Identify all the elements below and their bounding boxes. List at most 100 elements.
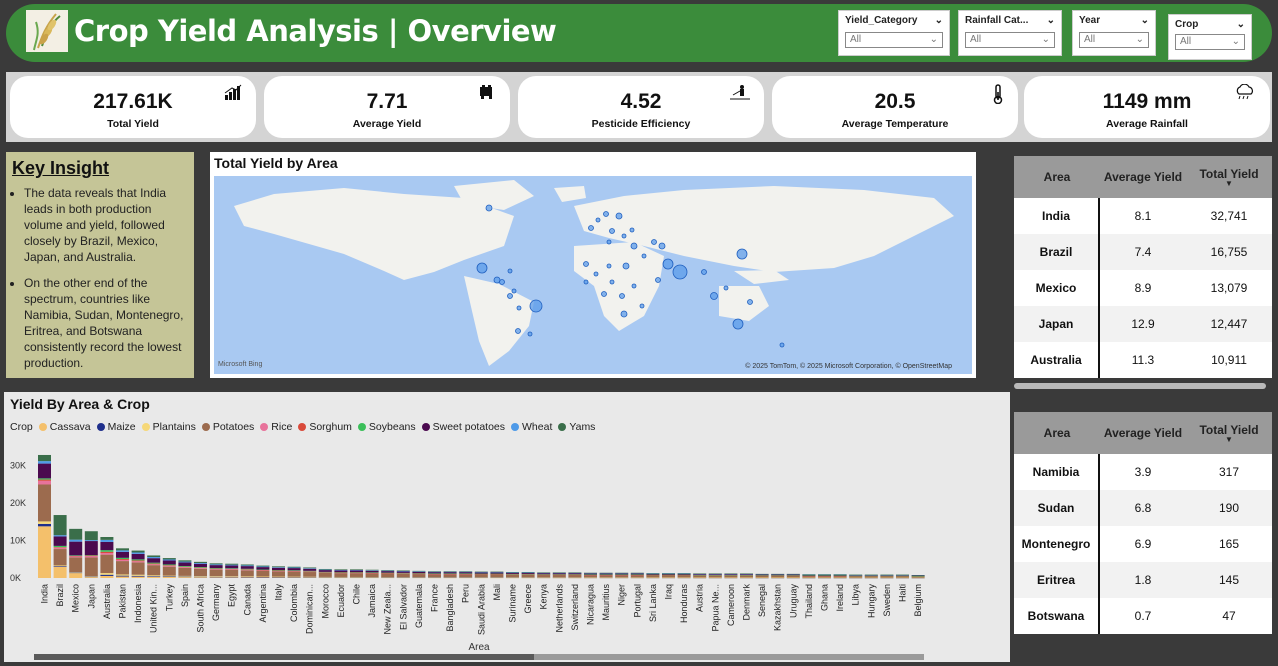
bar-segment[interactable] (849, 577, 863, 579)
bar-segment[interactable] (100, 551, 114, 553)
bar-segment[interactable] (69, 572, 83, 574)
bar-segment[interactable] (162, 559, 176, 561)
bar-segment[interactable] (209, 569, 223, 577)
bar-segment[interactable] (178, 576, 192, 578)
bar-segment[interactable] (100, 541, 114, 551)
bar-segment[interactable] (287, 568, 301, 571)
bar-segment[interactable] (677, 575, 691, 578)
bar-segment[interactable] (708, 577, 722, 578)
bar-segment[interactable] (147, 575, 161, 577)
bar-segment[interactable] (272, 570, 285, 571)
bar-segment[interactable] (69, 572, 83, 573)
column-header-total-yield[interactable]: Total Yield ▼ (1186, 167, 1272, 188)
bar-segment[interactable] (131, 575, 145, 577)
bar-segment[interactable] (412, 571, 426, 574)
bar-segment[interactable] (771, 575, 785, 576)
bar-segment[interactable] (131, 576, 145, 578)
bar-segment[interactable] (537, 572, 551, 573)
bar-segment[interactable] (428, 574, 441, 578)
bar-segment[interactable] (334, 572, 348, 573)
bar-segment[interactable] (662, 575, 675, 578)
bar-segment[interactable] (615, 572, 629, 574)
bar-segment[interactable] (755, 575, 769, 576)
bar-segment[interactable] (194, 576, 207, 577)
bar-segment[interactable] (178, 565, 192, 567)
bar-segment[interactable] (334, 576, 348, 578)
bar-segment[interactable] (630, 574, 644, 575)
bar-segment[interactable] (412, 571, 426, 572)
bar-segment[interactable] (459, 577, 473, 578)
table-row[interactable]: Mexico 8.9 13,079 (1014, 270, 1272, 306)
bar-segment[interactable] (615, 574, 629, 575)
bar-segment[interactable] (521, 577, 535, 578)
bar-segment[interactable] (162, 560, 176, 565)
bar-segment[interactable] (599, 574, 613, 575)
bar-segment[interactable] (443, 572, 457, 574)
bar-segment[interactable] (771, 573, 785, 575)
bar-segment[interactable] (240, 565, 254, 567)
bar-segment[interactable] (443, 574, 457, 578)
bar-segment[interactable] (303, 576, 317, 578)
bar-segment[interactable] (880, 575, 894, 577)
bar-segment[interactable] (896, 574, 909, 576)
bar-segment[interactable] (100, 554, 114, 574)
bar-segment[interactable] (350, 572, 363, 573)
bar-segment[interactable] (116, 548, 129, 551)
bar-segment[interactable] (630, 575, 644, 578)
bar-segment[interactable] (786, 577, 800, 579)
bar-segment[interactable] (38, 454, 51, 462)
bar-segment[interactable] (84, 540, 98, 542)
bar-segment[interactable] (256, 565, 270, 567)
bar-segment[interactable] (147, 564, 161, 566)
bar-segment[interactable] (334, 573, 348, 577)
bar-segment[interactable] (194, 568, 207, 577)
bar-segment[interactable] (365, 569, 379, 571)
bar-segment[interactable] (615, 577, 629, 578)
bar-segment[interactable] (646, 574, 660, 576)
bar-segment[interactable] (178, 562, 192, 566)
bar-segment[interactable] (365, 570, 379, 573)
bar-segment[interactable] (209, 563, 223, 565)
table-row[interactable]: Namibia 3.9 317 (1014, 454, 1272, 490)
bar-segment[interactable] (630, 577, 644, 578)
bar-segment[interactable] (53, 566, 67, 578)
bar-segment[interactable] (256, 569, 270, 571)
bar-segment[interactable] (69, 573, 83, 578)
bar-segment[interactable] (459, 571, 473, 573)
bar-segment[interactable] (474, 574, 488, 578)
bar-segment[interactable] (147, 565, 161, 576)
bar-segment[interactable] (178, 567, 192, 568)
bar-segment[interactable] (194, 568, 207, 569)
bar-segment[interactable] (225, 577, 239, 578)
bar-segment[interactable] (38, 480, 51, 485)
bar-segment[interactable] (880, 574, 894, 576)
bar-segment[interactable] (896, 577, 909, 579)
slicer-dropdown[interactable]: All ⌄ (845, 32, 943, 48)
bar-segment[interactable] (443, 577, 457, 578)
bar-segment[interactable] (84, 555, 98, 557)
bar-segment[interactable] (584, 572, 597, 574)
bar-segment[interactable] (740, 574, 753, 576)
bar-segment[interactable] (69, 556, 83, 558)
bar-segment[interactable] (225, 563, 239, 565)
bar-segment[interactable] (38, 463, 51, 479)
bar-segment[interactable] (256, 570, 270, 577)
bar-segment[interactable] (318, 569, 332, 571)
bar-segment[interactable] (396, 570, 410, 572)
bar-segment[interactable] (365, 573, 379, 578)
slicer-dropdown[interactable]: All ⌄ (1175, 34, 1245, 50)
bar-segment[interactable] (708, 574, 722, 576)
bar-segment[interactable] (131, 553, 145, 560)
bar-segment[interactable] (490, 571, 504, 573)
slicer-crop[interactable]: Crop ⌄ All ⌄ (1168, 14, 1252, 60)
bar-segment[interactable] (771, 577, 785, 579)
bar-segment[interactable] (584, 577, 597, 578)
bar-segment[interactable] (474, 572, 488, 573)
map-visual[interactable]: Total Yield by Area Microsoft Bing © 202… (210, 152, 976, 378)
bar-segment[interactable] (490, 573, 504, 575)
bar-segment[interactable] (69, 557, 83, 573)
bar-segment[interactable] (396, 577, 410, 578)
bar-segment[interactable] (381, 571, 395, 573)
bar-segment[interactable] (209, 565, 223, 569)
bar-segment[interactable] (147, 558, 161, 563)
